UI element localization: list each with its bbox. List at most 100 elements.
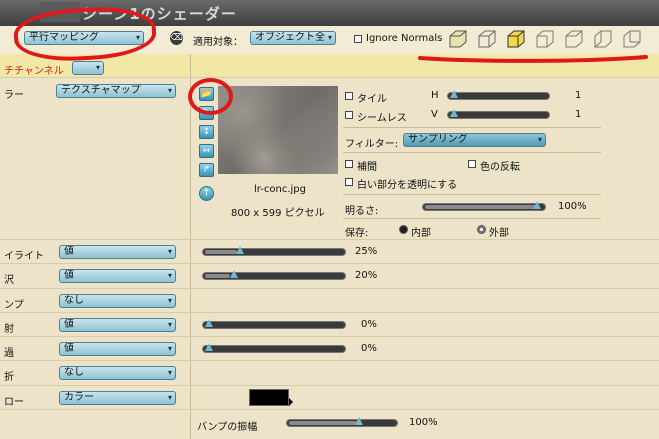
chevron-down-icon: ▾ [167, 296, 172, 305]
brightness-value: 100% [558, 201, 587, 212]
row-divider [0, 77, 659, 78]
bump-row-label: ンプ [4, 300, 24, 311]
filter-select-label: サンプリング [408, 134, 468, 145]
target-select-label: オブジェクト全 [255, 32, 325, 43]
row-divider [0, 385, 659, 386]
highlight-value: 25% [355, 246, 378, 257]
row-divider [0, 360, 659, 361]
chevron-down-icon: ▾ [167, 393, 172, 402]
bump-mode-label: なし [64, 295, 84, 306]
interpolate-label: 補間 [357, 162, 377, 173]
tile-h-value: 1 [575, 90, 582, 101]
gloss-row-label: 沢 [4, 275, 14, 286]
cube-view-icon[interactable] [563, 28, 585, 50]
channel-label: チチャンネル [4, 66, 64, 77]
save-internal-label: 内部 [411, 228, 431, 239]
bump-mode-select[interactable]: なし ▾ [59, 294, 176, 308]
target-select[interactable]: オブジェクト全 ▾ [250, 31, 336, 45]
tile-h-label: H [431, 90, 439, 101]
texture-filename: lr-conc.jpg [254, 184, 306, 195]
transparency-slider[interactable] [202, 343, 346, 353]
reflection-slider[interactable] [202, 319, 346, 329]
cube-view-icon[interactable] [621, 28, 643, 50]
glow-mode-label: カラー [64, 392, 94, 403]
row-divider [0, 312, 659, 313]
white-transparent-checkbox[interactable] [345, 178, 353, 186]
chevron-down-icon: ▾ [167, 247, 172, 256]
red-circle-annotation [188, 78, 233, 115]
cube-view-icon[interactable] [447, 28, 469, 50]
filter-label: フィルター: [345, 139, 399, 150]
bump-amplitude-value: 100% [409, 417, 438, 428]
bump-amplitude-slider[interactable] [286, 417, 398, 427]
chevron-down-icon: ▾ [167, 271, 172, 280]
glow-color-swatch[interactable] [249, 389, 289, 406]
tile-v-value: 1 [575, 109, 582, 120]
swatch-arrow-icon [289, 398, 293, 406]
invert-label: 色の反転 [480, 162, 520, 173]
highlight-row-label: イライト [4, 251, 44, 262]
divider [343, 218, 601, 219]
transparency-value: 0% [361, 343, 377, 354]
reflection-value: 0% [361, 319, 377, 330]
tile-h-slider[interactable] [447, 90, 550, 100]
cube-view-icon[interactable] [534, 28, 556, 50]
gloss-slider[interactable] [202, 270, 346, 280]
up-arrow-icon[interactable]: ↑ [199, 186, 214, 201]
ignore-normals-checkbox[interactable] [354, 35, 362, 43]
transparency-row-label: 過 [4, 348, 14, 359]
filter-select[interactable]: サンプリング ▾ [403, 133, 546, 147]
tile-checkbox[interactable] [345, 92, 353, 100]
ignore-normals-label: Ignore Normals [366, 33, 443, 44]
gloss-value: 20% [355, 270, 378, 281]
brightness-slider[interactable] [422, 201, 546, 211]
color-row-label: ラー [4, 90, 24, 101]
rotate-icon[interactable]: ↱ [199, 163, 214, 177]
red-underline-annotation [418, 55, 648, 63]
highlight-mode-label: 値 [64, 246, 74, 257]
chevron-down-icon: ▾ [167, 344, 172, 353]
gloss-mode-label: 値 [64, 270, 74, 281]
save-label: 保存: [345, 228, 369, 239]
chevron-down-icon: ▾ [537, 135, 542, 144]
color-type-select-label: テクスチャマップ [61, 85, 141, 96]
channel-select[interactable]: ▾ [72, 61, 104, 75]
interpolate-checkbox[interactable] [345, 160, 353, 168]
reflection-mode-label: 値 [64, 319, 74, 330]
chevron-down-icon: ▾ [167, 320, 172, 329]
tile-v-label: V [431, 109, 438, 120]
texture-dimensions: 800 x 599 ピクセル [231, 208, 325, 219]
highlight-mode-select[interactable]: 値 ▾ [59, 245, 176, 259]
cube-view-icon[interactable] [592, 28, 614, 50]
tile-label: タイル [357, 94, 387, 105]
save-internal-radio[interactable] [399, 225, 408, 234]
refraction-mode-select[interactable]: なし ▾ [59, 366, 176, 380]
bump-amplitude-label: バンプの振幅 [197, 422, 258, 433]
reflection-row-label: 射 [4, 324, 14, 335]
color-type-select[interactable]: テクスチャマップ ▾ [56, 84, 176, 98]
texture-preview [218, 86, 338, 174]
gloss-mode-select[interactable]: 値 ▾ [59, 269, 176, 283]
highlight-slider[interactable] [202, 246, 346, 256]
tile-v-slider[interactable] [447, 109, 550, 119]
row-divider [0, 409, 659, 410]
glow-mode-select[interactable]: カラー ▾ [59, 391, 176, 405]
reflection-mode-select[interactable]: 値 ▾ [59, 318, 176, 332]
seamless-label: シームレス [357, 113, 407, 124]
chevron-down-icon: ▾ [327, 33, 332, 42]
cube-view-icon[interactable] [476, 28, 498, 50]
transparency-mode-select[interactable]: 値 ▾ [59, 342, 176, 356]
flip-vertical-icon[interactable]: ↕ [199, 125, 214, 139]
seamless-checkbox[interactable] [345, 111, 353, 119]
brightness-label: 明るさ: [345, 206, 379, 217]
flip-horizontal-icon[interactable]: ↔ [199, 144, 214, 158]
trash-icon[interactable]: ⌫ [170, 31, 183, 45]
divider [343, 152, 601, 153]
save-external-radio[interactable] [477, 225, 486, 234]
transparency-mode-label: 値 [64, 343, 74, 354]
row-divider [0, 288, 659, 289]
invert-checkbox[interactable] [468, 160, 476, 168]
row-divider [0, 336, 659, 337]
divider [343, 127, 601, 128]
cube-view-icon[interactable] [505, 28, 527, 50]
